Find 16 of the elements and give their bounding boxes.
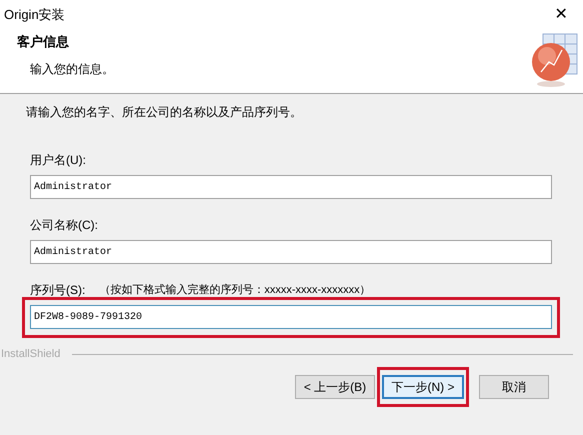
dialog-button[interactable]: < 上一步(B) xyxy=(295,374,375,398)
instruction-text: 请输入您的名字、所在公司的名称以及产品序列号。 xyxy=(26,104,303,121)
input-field[interactable]: Administrator xyxy=(30,240,552,264)
field-label: 用户名(U): xyxy=(30,152,86,169)
field-label: 序列号(S): xyxy=(30,282,86,299)
window-title: Origin安装 xyxy=(4,6,65,24)
dialog-button[interactable]: 取消 xyxy=(479,374,549,398)
field-label: 公司名称(C): xyxy=(30,217,98,234)
close-button[interactable]: ✕ xyxy=(549,3,573,27)
format-hint: （按如下格式输入完整的序列号：xxxxx-xxxx-xxxxxxx） xyxy=(99,282,371,298)
dialog-button[interactable]: 下一步(N) > xyxy=(382,374,464,398)
input-field[interactable]: Administrator xyxy=(30,175,552,199)
page-title: 客户信息 xyxy=(17,33,70,51)
brand-label: InstallShield xyxy=(1,347,60,362)
page-subtitle: 输入您的信息。 xyxy=(29,60,114,78)
input-field[interactable]: DF2W8-9089-7991320 xyxy=(30,305,552,329)
